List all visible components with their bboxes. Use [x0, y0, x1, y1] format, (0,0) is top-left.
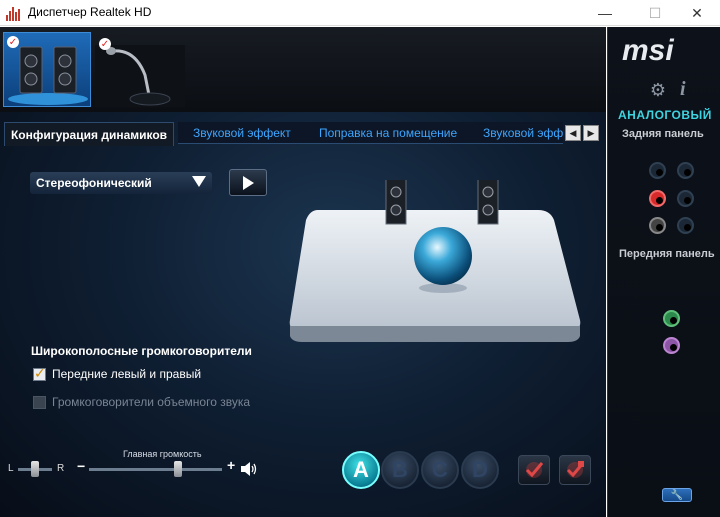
- profile-c-button[interactable]: C: [421, 451, 459, 489]
- speaker-config-value: Стереофонический: [36, 176, 152, 190]
- balance-slider-thumb[interactable]: [31, 461, 39, 477]
- rear-panel-label: Задняя панель: [622, 128, 704, 140]
- device-microphone-tab[interactable]: [95, 45, 185, 107]
- title-bar: Диспетчер Realtek HD — ☐ ✕: [0, 0, 720, 26]
- balance-right-label: R: [57, 463, 65, 474]
- wrench-icon: 🔧: [670, 489, 684, 501]
- rear-jack-4[interactable]: [677, 190, 694, 207]
- save-check-icon: [525, 462, 544, 478]
- save-profile-button[interactable]: [518, 455, 550, 485]
- tab-scroll-left-button[interactable]: ◀: [565, 125, 581, 141]
- front-lr-label: Передние левый и правый: [52, 367, 202, 381]
- speaker-config-select[interactable]: Стереофонический: [30, 172, 212, 194]
- info-icon[interactable]: i: [680, 78, 686, 101]
- settings-gear-icon[interactable]: ⚙: [648, 80, 668, 100]
- analog-label: АНАЛОГОВЫЙ: [618, 108, 712, 122]
- master-volume-label: Главная громкость: [123, 449, 202, 459]
- front-jack-pink[interactable]: [663, 337, 680, 354]
- speakers-default-check-icon: ✓: [7, 36, 19, 48]
- tab-sound-effect[interactable]: Звуковой эффект: [193, 122, 291, 144]
- profile-d-button[interactable]: D: [461, 451, 499, 489]
- front-left-speaker-icon[interactable]: [385, 171, 407, 225]
- realtek-app-icon: [6, 5, 22, 21]
- profile-a-button[interactable]: A: [342, 451, 380, 489]
- rear-jack-2[interactable]: [677, 162, 694, 179]
- front-panel-label: Передняя панель: [619, 248, 715, 260]
- wrench-settings-button[interactable]: 🔧: [662, 488, 692, 502]
- rear-jack-red[interactable]: [649, 190, 666, 207]
- surround-checkbox: [33, 395, 46, 409]
- right-panel: [607, 27, 720, 517]
- test-play-button[interactable]: [229, 169, 267, 196]
- minimize-button[interactable]: —: [582, 0, 628, 26]
- listener-sphere: [414, 227, 472, 285]
- tab-strip: Конфигурация динамиков Звуковой эффект П…: [0, 122, 606, 146]
- balance-left-label: L: [8, 463, 14, 474]
- master-volume-slider-track[interactable]: [89, 468, 222, 471]
- surround-label: Громкоговорители объемного звука: [52, 395, 251, 409]
- volume-plus-icon: +: [227, 457, 236, 473]
- front-jack-green[interactable]: [663, 310, 680, 327]
- surround-checkbox-row: Громкоговорители объемного звука: [33, 394, 250, 410]
- rear-jack-6[interactable]: [677, 217, 694, 234]
- dropdown-arrow-icon: [192, 176, 206, 187]
- tab-sound-effect-2[interactable]: Звуковой эффе: [483, 122, 563, 144]
- microphone-icon: [106, 47, 171, 106]
- front-lr-checkbox[interactable]: [33, 365, 46, 382]
- master-volume-slider-thumb[interactable]: [174, 461, 182, 477]
- apply-profile-button[interactable]: [559, 455, 591, 485]
- tab-room-correction[interactable]: Поправка на помещение: [319, 122, 457, 144]
- msi-logo-text: msi: [622, 34, 674, 66]
- window-title: Диспетчер Realtek HD: [28, 5, 152, 19]
- play-icon: [242, 175, 254, 190]
- volume-minus-icon: −: [77, 458, 86, 474]
- mute-speaker-icon[interactable]: [240, 461, 258, 477]
- tab-speaker-config[interactable]: Конфигурация динамиков: [4, 122, 174, 146]
- apply-check-icon: [566, 461, 585, 478]
- microphone-default-check-icon: ✓: [99, 38, 111, 50]
- rear-jack-1[interactable]: [649, 162, 666, 179]
- wideband-title: Широкополосные громкоговорители: [31, 344, 252, 358]
- speaker-stage: [288, 171, 583, 342]
- close-button[interactable]: ✕: [674, 0, 720, 26]
- msi-logo: msi: [622, 34, 674, 66]
- rear-jack-black[interactable]: [649, 217, 666, 234]
- maximize-button[interactable]: ☐: [632, 0, 678, 26]
- front-lr-checkbox-row[interactable]: Передние левый и правый: [33, 365, 202, 382]
- front-right-speaker-icon[interactable]: [477, 171, 499, 225]
- profile-b-button[interactable]: B: [381, 451, 419, 489]
- tab-scroll-right-button[interactable]: ▶: [583, 125, 599, 141]
